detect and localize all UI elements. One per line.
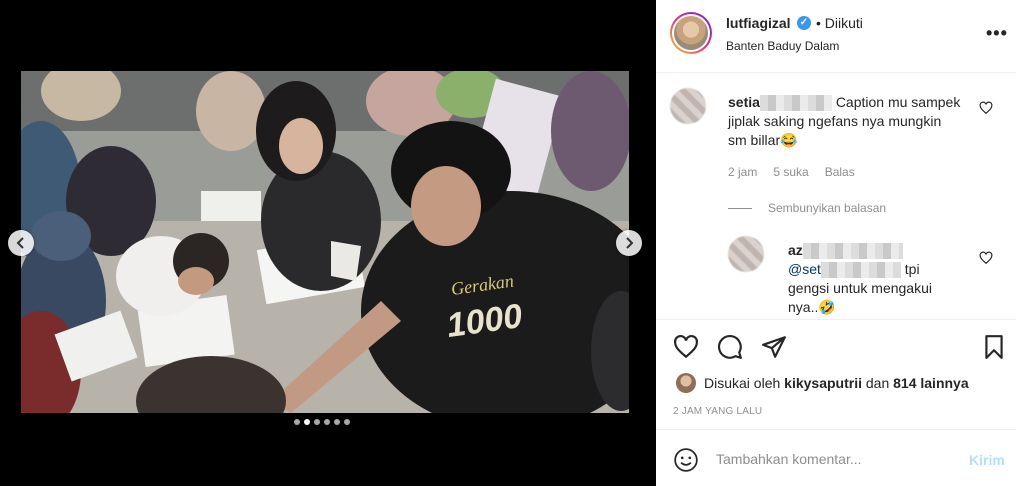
slide-dot <box>344 419 350 425</box>
likes-others-count[interactable]: 814 lainnya <box>893 375 969 391</box>
bookmark-icon[interactable] <box>981 334 1007 360</box>
commenter-username[interactable]: setia <box>728 94 760 110</box>
slide-dot <box>334 419 340 425</box>
hide-replies-label: Sembunyikan balasan <box>768 201 887 215</box>
reply-text-line3: nya..🤣 <box>788 299 836 315</box>
post-photo-illustration: Gerakan 1000 <box>21 71 629 413</box>
more-options-icon[interactable]: ••• <box>986 24 1008 42</box>
slide-dot <box>314 419 320 425</box>
hide-replies-button[interactable]: Sembunyikan balasan <box>728 201 886 215</box>
reply-text-line1-suffix: tpi <box>904 261 920 277</box>
like-comment-heart-icon[interactable] <box>979 101 993 115</box>
post-details-panel: lutfiagizal ✓ • Diikuti Banten Baduy Dal… <box>656 0 1016 486</box>
comment-bubble-icon[interactable] <box>717 334 743 360</box>
post-photo[interactable]: Gerakan 1000 <box>21 71 629 413</box>
reply-mention[interactable]: @set <box>788 261 821 277</box>
comment-input[interactable] <box>716 448 956 470</box>
reply-text-line2: gengsi untuk mengakui <box>788 280 932 296</box>
comment-text-line2: jiplak saking ngefans nya mungkin <box>728 113 942 129</box>
follow-status[interactable]: • Diikuti <box>816 15 863 31</box>
likes-prefix: Disukai oleh <box>704 375 781 391</box>
liker-username[interactable]: kikysaputrii <box>784 375 862 391</box>
commenter-avatar[interactable] <box>670 88 706 124</box>
slide-indicator <box>294 419 350 425</box>
likes-summary: Disukai oleh kikysaputrii dan 814 lainny… <box>676 373 969 393</box>
share-paper-plane-icon[interactable] <box>761 334 787 360</box>
comment-meta: 2 jam 5 suka Balas <box>728 165 855 179</box>
post-timestamp[interactable]: 2 JAM YANG LALU <box>673 406 762 417</box>
slide-dot <box>324 419 330 425</box>
emoji-smiley-icon[interactable] <box>673 447 699 473</box>
post-header: lutfiagizal ✓ • Diikuti Banten Baduy Dal… <box>656 0 1016 73</box>
author-avatar[interactable] <box>670 12 712 54</box>
slide-dot <box>304 419 310 425</box>
like-reply-heart-icon[interactable] <box>979 251 993 265</box>
reply-username[interactable]: az <box>788 242 803 258</box>
post-comment-button[interactable]: Kirim <box>969 452 1005 468</box>
reply-body: az @set tpi gengsi untuk mengakui nya..🤣 <box>788 241 973 317</box>
comment-likes[interactable]: 5 suka <box>773 165 808 179</box>
previous-slide-button[interactable] <box>8 230 34 256</box>
pixelated-username-redaction <box>802 243 903 260</box>
comment-time[interactable]: 2 jam <box>728 165 757 179</box>
verified-badge-icon: ✓ <box>797 16 811 30</box>
slide-dot <box>294 419 300 425</box>
post-actions: Disukai oleh kikysaputrii dan 814 lainny… <box>656 319 1016 429</box>
pixelated-mention-redaction <box>820 262 901 279</box>
reply-avatar[interactable] <box>728 236 764 272</box>
media-viewer: Gerakan 1000 <box>0 0 656 486</box>
divider-line <box>728 207 752 209</box>
follow-status-label: Diikuti <box>824 15 863 31</box>
comment-text-line1: Caption mu sampek <box>835 94 961 110</box>
author-username[interactable]: lutfiagizal <box>726 15 791 31</box>
follow-separator: • <box>816 15 821 31</box>
reply-button[interactable]: Balas <box>825 165 855 179</box>
comments-list: setia Caption mu sampek jiplak saking ng… <box>656 73 1016 319</box>
chevron-left-icon <box>16 237 24 249</box>
pixelated-username-redaction <box>759 95 832 112</box>
like-heart-icon[interactable] <box>673 334 699 360</box>
comment-body: setia Caption mu sampek jiplak saking ng… <box>728 93 978 150</box>
post-location[interactable]: Banten Baduy Dalam <box>726 39 839 53</box>
chevron-right-icon <box>626 237 634 249</box>
comment-text-line3: sm billar😂 <box>728 132 798 148</box>
add-comment-section: Kirim <box>656 429 1016 486</box>
liker-avatar[interactable] <box>676 373 696 393</box>
next-slide-button[interactable] <box>616 230 642 256</box>
likes-conjunction: dan <box>865 375 890 391</box>
